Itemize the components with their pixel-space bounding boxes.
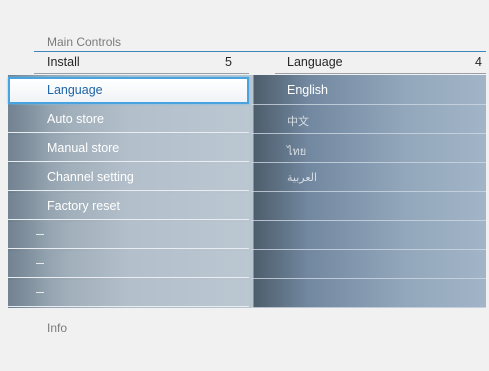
option-english[interactable]: English: [251, 76, 486, 105]
option-empty: [251, 221, 486, 250]
right-header-label: Language: [287, 55, 343, 69]
right-header: Language 4: [287, 55, 482, 73]
info-label: Info: [47, 321, 68, 335]
option-label: العربية: [287, 172, 318, 184]
menu-item-empty: [8, 280, 249, 307]
option-label: English: [287, 83, 328, 97]
option-label: 中文: [287, 116, 309, 128]
menu-item-empty: [8, 222, 249, 249]
menu-item-label: Language: [47, 83, 103, 97]
menu-item-label: Channel setting: [47, 170, 134, 184]
option-arabic[interactable]: العربية: [251, 163, 486, 192]
option-empty: [251, 192, 486, 221]
menu-item-language[interactable]: Language: [8, 77, 249, 104]
menu-item-manual-store[interactable]: Manual store: [8, 135, 249, 162]
right-header-underline: [275, 73, 486, 74]
left-header-label: Install: [47, 55, 80, 69]
menu-item-label: Factory reset: [47, 199, 120, 213]
left-header-count: 5: [225, 55, 232, 69]
left-header-underline: [34, 73, 249, 74]
menu-item-channel-setting[interactable]: Channel setting: [8, 164, 249, 191]
menu-item-factory-reset[interactable]: Factory reset: [8, 193, 249, 220]
option-empty: [251, 279, 486, 308]
option-empty: [251, 250, 486, 279]
menu-item-label: Auto store: [47, 112, 104, 126]
right-header-count: 4: [475, 55, 482, 69]
option-thai[interactable]: ไทย: [251, 134, 486, 163]
top-divider: [34, 51, 486, 52]
menu-item-auto-store[interactable]: Auto store: [8, 106, 249, 133]
option-chinese[interactable]: 中文: [251, 105, 486, 134]
menu-item-label: Manual store: [47, 141, 120, 155]
menu-item-empty: [8, 251, 249, 278]
left-header: Install 5: [47, 55, 232, 73]
option-label: ไทย: [287, 146, 307, 158]
breadcrumb: Main Controls: [47, 35, 122, 49]
